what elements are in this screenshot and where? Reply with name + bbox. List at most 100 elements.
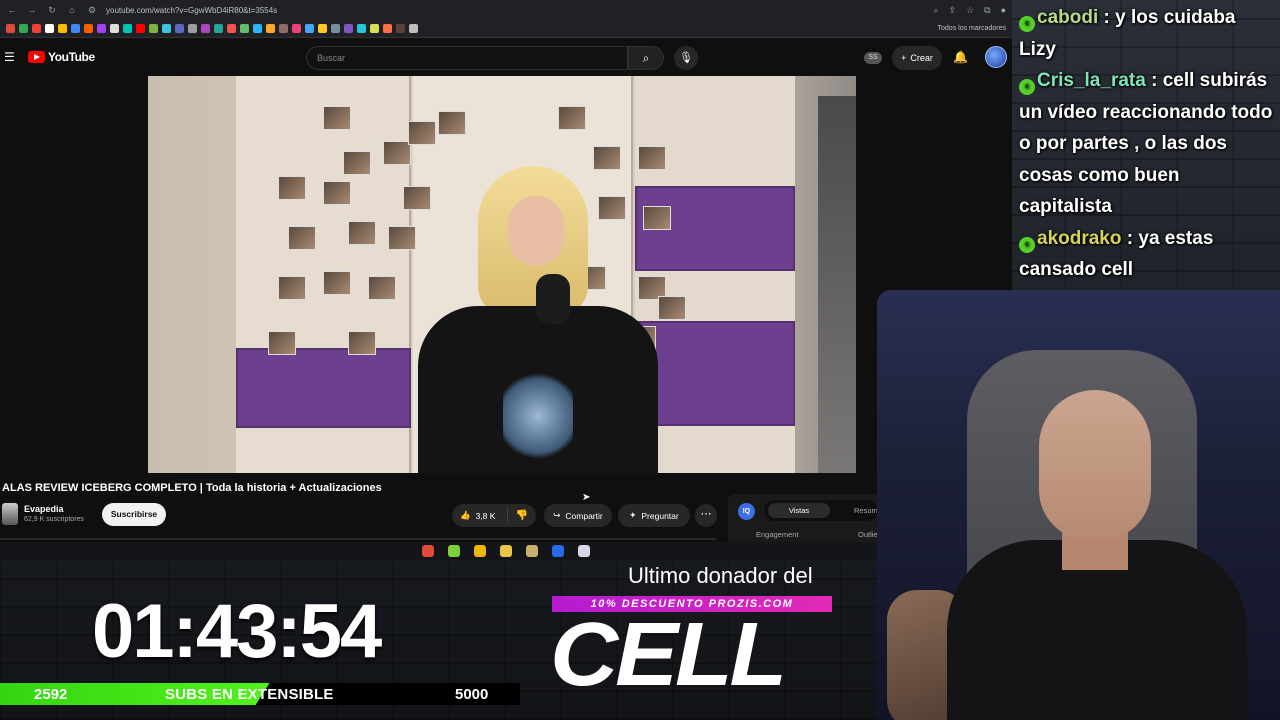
- subs-label: SUBS EN EXTENSIBLE: [165, 686, 334, 703]
- bookmark-favicon-icon[interactable]: [123, 23, 132, 33]
- more-icon: ⋯: [700, 508, 712, 520]
- bookmark-favicon-icon[interactable]: [279, 23, 288, 33]
- video-player[interactable]: [148, 76, 856, 473]
- face: [508, 196, 564, 266]
- youtube-logo-text: YouTube: [48, 50, 95, 64]
- wall-photo: [558, 106, 586, 130]
- chat-badge-icon: c: [1019, 79, 1035, 95]
- youtube-logo[interactable]: YouTube: [28, 50, 95, 64]
- channel-avatar[interactable]: [2, 503, 18, 525]
- bookmark-favicon-icon[interactable]: [266, 23, 275, 33]
- bookmark-favicon-icon[interactable]: [58, 23, 67, 33]
- taskbar-app-icon[interactable]: [552, 545, 564, 557]
- bookmark-favicon-icon[interactable]: [383, 23, 392, 33]
- url-field[interactable]: youtube.com/watch?v=GgwWbD4iR80&t=3554s: [106, 6, 925, 15]
- bookmark-favicon-icon[interactable]: [162, 23, 171, 33]
- extensions-icon[interactable]: ⧉: [984, 5, 990, 16]
- purple-drawer: [236, 348, 411, 428]
- hamburger-menu-icon[interactable]: ☰: [4, 50, 15, 64]
- site-info-icon[interactable]: ⚙: [86, 5, 98, 16]
- sparkle-icon: ✦: [629, 510, 637, 520]
- forward-icon[interactable]: →: [26, 5, 38, 15]
- extension-badge[interactable]: SS: [864, 52, 882, 64]
- home-icon[interactable]: ⌂: [66, 5, 78, 15]
- bookmark-favicon-icon[interactable]: [292, 23, 301, 33]
- bookmark-favicon-icon[interactable]: [227, 23, 236, 33]
- search-input[interactable]: Buscar: [306, 46, 628, 70]
- voice-search-button[interactable]: 🎙: [674, 46, 698, 70]
- plus-icon: +: [901, 53, 907, 63]
- bookmark-favicon-icon[interactable]: [396, 23, 405, 33]
- bookmark-favicon-icon[interactable]: [253, 23, 262, 33]
- shirt-print: [503, 366, 573, 466]
- bookmark-star-icon[interactable]: ☆: [966, 5, 974, 16]
- wall-photo: [658, 296, 686, 320]
- notifications-bell-icon[interactable]: 🔔: [953, 50, 968, 64]
- bookmark-favicon-icon[interactable]: [175, 23, 184, 33]
- bookmark-favicon-icon[interactable]: [136, 23, 145, 33]
- wall-photo: [288, 226, 316, 250]
- microphone-icon: 🎙: [679, 52, 693, 64]
- video-person: [388, 166, 658, 473]
- taskbar-app-icon[interactable]: [578, 545, 590, 557]
- taskbar-app-icon[interactable]: [500, 545, 512, 557]
- back-icon[interactable]: ←: [6, 5, 18, 15]
- share-page-icon[interactable]: ⇪: [949, 5, 957, 16]
- bookmark-favicon-icon[interactable]: [97, 23, 106, 33]
- tab-vistas[interactable]: Vistas: [768, 503, 830, 518]
- bookmark-favicon-icon[interactable]: [6, 23, 15, 33]
- tab-resumen[interactable]: Resum: [854, 503, 878, 518]
- bookmark-favicon-icon[interactable]: [110, 23, 119, 33]
- countdown-timer: 01:43:54: [92, 589, 382, 674]
- wall-photo: [438, 111, 466, 135]
- bookmark-favicon-icon[interactable]: [84, 23, 93, 33]
- taskbar: [0, 542, 1012, 560]
- subs-goal: 5000: [455, 686, 489, 703]
- bookmark-favicon-icon[interactable]: [318, 23, 327, 33]
- bookmark-favicon-icon[interactable]: [344, 23, 353, 33]
- search-button[interactable]: ⌕: [628, 46, 664, 70]
- wall-photo: [268, 331, 296, 355]
- account-avatar[interactable]: [985, 46, 1007, 68]
- bookmark-favicon-icon[interactable]: [409, 23, 418, 33]
- wall-photo: [278, 276, 306, 300]
- share-button[interactable]: ↪ Compartir: [544, 504, 612, 527]
- bookmark-favicon-icon[interactable]: [331, 23, 340, 33]
- bookmark-favicon-icon[interactable]: [149, 23, 158, 33]
- wall-photo: [278, 176, 306, 200]
- bookmark-favicon-icon[interactable]: [45, 23, 54, 33]
- bookmark-favicon-icon[interactable]: [188, 23, 197, 33]
- channel-name[interactable]: Evapedia: [24, 504, 64, 514]
- background-wall: [818, 96, 856, 473]
- bookmark-favicon-icon[interactable]: [71, 23, 80, 33]
- taskbar-app-icon[interactable]: [448, 545, 460, 557]
- bookmark-favicon-icon[interactable]: [201, 23, 210, 33]
- bookmark-favicon-icon[interactable]: [305, 23, 314, 33]
- taskbar-app-icon[interactable]: [422, 545, 434, 557]
- wall-photo: [348, 331, 376, 355]
- ask-button[interactable]: ✦ Preguntar: [618, 504, 690, 527]
- taskbar-app-icon[interactable]: [474, 545, 486, 557]
- bookmark-favicon-icon[interactable]: [357, 23, 366, 33]
- like-button[interactable]: 👍 3,8 K: [452, 508, 508, 523]
- bookmark-favicon-icon[interactable]: [240, 23, 249, 33]
- more-actions-button[interactable]: ⋯: [695, 504, 717, 527]
- dislike-button[interactable]: 👎: [508, 510, 536, 521]
- taskbar-app-icon[interactable]: [526, 545, 538, 557]
- reload-icon[interactable]: ↻: [46, 5, 58, 16]
- wall-photo: [408, 121, 436, 145]
- bookmark-favicon-icon[interactable]: [214, 23, 223, 33]
- subscribe-button[interactable]: Suscribirse: [102, 503, 166, 526]
- profile-icon[interactable]: ●: [1001, 5, 1006, 16]
- all-bookmarks[interactable]: Todos los marcadores: [938, 25, 1006, 32]
- bookmark-favicon-icon[interactable]: [32, 23, 41, 33]
- bookmark-favicon-icon[interactable]: [19, 23, 28, 33]
- create-button[interactable]: + Crear: [892, 46, 942, 70]
- last-donor-name: CELL: [550, 605, 787, 705]
- channel-subscriber-count: 62,9 K suscriptores: [24, 516, 84, 523]
- ask-label: Preguntar: [641, 510, 679, 521]
- zoom-icon[interactable]: ⌕: [933, 5, 938, 16]
- bookmark-favicon-icon[interactable]: [370, 23, 379, 33]
- analytics-logo[interactable]: IQ: [738, 503, 755, 520]
- thumbs-up-icon: 👍: [460, 510, 471, 520]
